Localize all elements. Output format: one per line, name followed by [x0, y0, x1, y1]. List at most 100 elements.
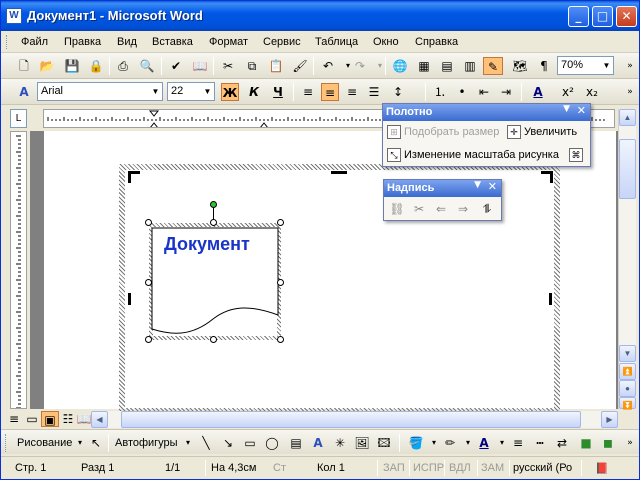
size-select[interactable]: 22 ▼	[167, 82, 215, 101]
decrease-indent-icon[interactable]: ⇤	[475, 83, 493, 101]
chevron-down-icon[interactable]: ▾	[179, 434, 197, 452]
bold-button[interactable]: Ж	[221, 83, 239, 101]
rotate-handle[interactable]	[210, 201, 217, 208]
3d-style-icon[interactable]: ◼	[599, 434, 617, 452]
menu-help[interactable]: Справка	[415, 36, 458, 48]
diagram-icon[interactable]: ✳	[331, 434, 349, 452]
superscript-icon[interactable]: x²	[559, 83, 577, 101]
show-hide-icon[interactable]: ¶	[535, 57, 553, 75]
menu-tools[interactable]: Сервис	[263, 36, 301, 48]
cut-icon[interactable]: ✂	[219, 57, 237, 75]
underline-button[interactable]: Ч	[269, 83, 287, 101]
hyperlink-icon[interactable]: 🌐	[391, 57, 409, 75]
word-app-icon[interactable]: W	[6, 8, 22, 24]
chevron-down-icon[interactable]: ▼	[563, 104, 570, 114]
align-right-icon[interactable]: ≡	[343, 83, 361, 101]
textbox-toolbar-titlebar[interactable]: Надпись ▼ ✕	[384, 180, 501, 197]
maximize-button[interactable]: □	[592, 6, 613, 27]
resize-handle[interactable]	[277, 279, 284, 286]
toolbar-options-icon[interactable]: »	[621, 57, 639, 75]
print-preview-icon[interactable]: 🔍	[138, 57, 156, 75]
save-icon[interactable]: 💾	[63, 57, 81, 75]
scroll-up-icon[interactable]: ▲	[619, 109, 636, 126]
text-direction-icon[interactable]: ⥮	[478, 200, 496, 218]
menu-file[interactable]: Файл	[21, 36, 48, 48]
status-trk[interactable]: ИСПР	[413, 462, 444, 474]
align-center-icon[interactable]: ≡	[321, 83, 339, 101]
canvas-corner-handle[interactable]	[541, 171, 553, 183]
create-link-icon[interactable]: ⛓	[388, 200, 406, 218]
scroll-down-icon[interactable]: ▼	[619, 345, 636, 362]
tab-selector[interactable]: L	[10, 109, 27, 128]
zoom-select[interactable]: 70% ▼	[557, 56, 614, 75]
textbox-icon[interactable]: ▤	[287, 434, 305, 452]
styles-icon[interactable]: A	[15, 83, 33, 101]
minimize-button[interactable]: _	[568, 6, 589, 27]
scroll-thumb[interactable]	[619, 139, 636, 199]
insert-excel-icon[interactable]: ▥	[461, 57, 479, 75]
picture-icon[interactable]: 🖾	[375, 434, 393, 452]
next-page-icon[interactable]: ⏬	[619, 397, 636, 410]
textbox-toolbar[interactable]: Надпись ▼ ✕ ⛓ ✂ ⇐ ⇒ ⥮	[383, 179, 502, 221]
subscript-icon[interactable]: x₂	[583, 83, 601, 101]
align-left-icon[interactable]: ≡	[299, 83, 317, 101]
scroll-left-icon[interactable]: ◀	[91, 411, 108, 428]
web-view-icon[interactable]: ▭	[23, 411, 41, 427]
resize-handle[interactable]	[145, 336, 152, 343]
menu-view[interactable]: Вид	[117, 36, 137, 48]
research-icon[interactable]: 📖	[191, 57, 209, 75]
hscroll-thumb[interactable]	[121, 411, 581, 428]
fit-button[interactable]: ⊞ Подобрать размер	[387, 125, 499, 139]
justify-icon[interactable]: ☰	[365, 83, 383, 101]
menu-grip-icon[interactable]	[6, 35, 9, 49]
italic-button[interactable]: К	[245, 83, 263, 101]
resize-handle[interactable]	[210, 336, 217, 343]
open-icon[interactable]: 📂	[38, 57, 56, 75]
select-objects-icon[interactable]: ↖	[87, 434, 105, 452]
title-bar[interactable]: W Документ1 - Microsoft Word _ □ ✕	[1, 1, 639, 31]
line-style-icon[interactable]: ≡	[509, 434, 527, 452]
close-icon[interactable]: ✕	[488, 180, 497, 193]
scale-drawing-button[interactable]: ⤡ Изменение масштаба рисунка	[387, 148, 559, 162]
document-map-icon[interactable]: 🗺	[511, 57, 529, 75]
menu-insert[interactable]: Вставка	[152, 36, 193, 48]
toolbar-options-icon[interactable]: »	[621, 83, 639, 101]
arrow-style-icon[interactable]: ⇄	[553, 434, 571, 452]
dash-style-icon[interactable]: ┅	[531, 434, 549, 452]
wordart-icon[interactable]: A	[309, 434, 327, 452]
drawing-icon[interactable]: ✎	[483, 57, 503, 75]
new-icon[interactable]: 🗋	[15, 57, 33, 75]
spelling-icon[interactable]: ✔	[167, 57, 185, 75]
canvas-side-handle[interactable]	[128, 293, 131, 305]
canvas-side-handle[interactable]	[549, 293, 552, 305]
status-ext[interactable]: ВДЛ	[449, 462, 471, 474]
close-button[interactable]: ✕	[616, 6, 637, 27]
status-rec[interactable]: ЗАП	[383, 462, 405, 474]
autoshapes-menu-button[interactable]: Автофигуры	[115, 437, 178, 449]
redo-icon[interactable]: ↷	[351, 57, 369, 75]
line-color-icon[interactable]: ✏	[441, 434, 459, 452]
menu-format[interactable]: Формат	[209, 36, 248, 48]
canvas-corner-handle[interactable]	[128, 171, 140, 183]
tables-borders-icon[interactable]: ▦	[415, 57, 433, 75]
select-browse-object-icon[interactable]: ●	[619, 380, 636, 397]
canvas-toolbar-titlebar[interactable]: Полотно ▼ ✕	[383, 104, 590, 121]
menu-window[interactable]: Окно	[373, 36, 399, 48]
resize-handle[interactable]	[145, 279, 152, 286]
textbox-text[interactable]: Документ	[164, 234, 250, 255]
vertical-ruler[interactable]	[10, 131, 27, 409]
resize-handle[interactable]	[277, 219, 284, 226]
increase-indent-icon[interactable]: ⇥	[497, 83, 515, 101]
close-icon[interactable]: ✕	[577, 104, 586, 117]
horizontal-scrollbar[interactable]: ◀ ▶	[91, 411, 618, 428]
font-color-icon[interactable]: A	[475, 434, 493, 452]
format-painter-icon[interactable]: 🖌	[291, 57, 309, 75]
paste-icon[interactable]: 📋	[267, 57, 285, 75]
previous-textbox-icon[interactable]: ⇐	[432, 200, 450, 218]
resize-handle[interactable]	[145, 219, 152, 226]
menu-edit[interactable]: Правка	[64, 36, 101, 48]
scroll-right-icon[interactable]: ▶	[601, 411, 618, 428]
line-icon[interactable]: ╲	[197, 434, 215, 452]
wrap-text-button[interactable]: ⌘	[569, 148, 586, 162]
normal-view-icon[interactable]: ≡	[5, 411, 23, 427]
